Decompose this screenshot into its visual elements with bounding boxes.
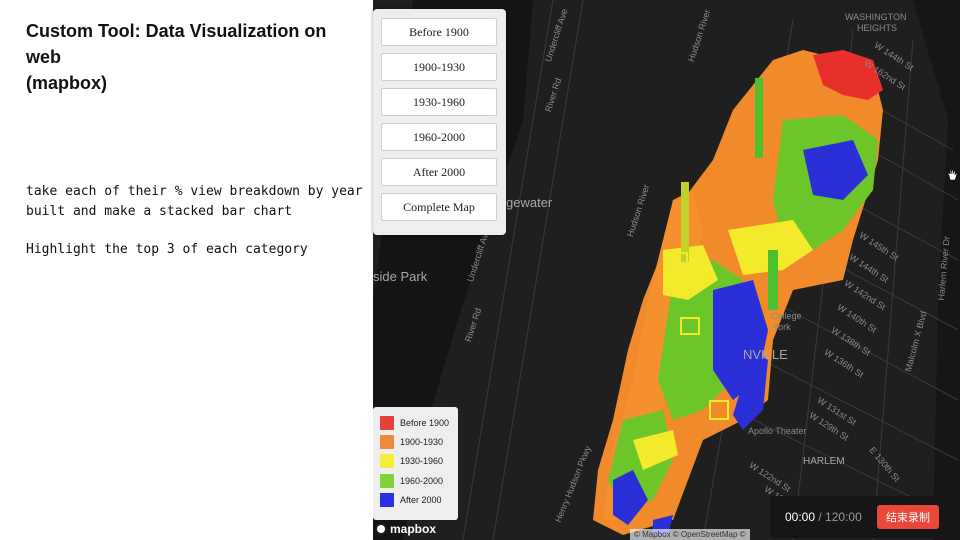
- recording-total: 120:00: [825, 510, 862, 524]
- mapbox-logo[interactable]: mapbox: [373, 520, 436, 538]
- hand-cursor-icon: [947, 169, 958, 181]
- recording-separator: /: [815, 510, 826, 524]
- legend-item-1930-1960: 1930-1960: [380, 454, 443, 468]
- legend-swatch: [380, 435, 394, 449]
- legend-item-after-2000: After 2000: [380, 493, 442, 507]
- slide-title: Custom Tool: Data Visualization on web (…: [26, 21, 327, 93]
- map-label-edgewater: gewater: [506, 195, 553, 210]
- era-button-complete-map[interactable]: Complete Map: [381, 193, 497, 221]
- map-label-manhattanville: NVILLE: [743, 347, 788, 362]
- map-legend: Before 1900 1900-1930 1930-1960 1960-200…: [373, 407, 458, 520]
- legend-item-1900-1930: 1900-1930: [380, 435, 443, 449]
- era-button-1930-1960[interactable]: 1930-1960: [381, 88, 497, 116]
- legend-item-1960-2000: 1960-2000: [380, 474, 443, 488]
- legend-item-before-1900: Before 1900: [380, 416, 449, 430]
- map-label-washington: WASHINGTON: [845, 12, 907, 22]
- mapbox-logo-icon: [375, 523, 387, 535]
- era-button-before-1900[interactable]: Before 1900: [381, 18, 497, 46]
- slide-note-highlight: Highlight the top 3 of each category: [26, 242, 308, 257]
- map-label-heights: HEIGHTS: [857, 23, 898, 33]
- map-label-harlem: HARLEM: [803, 456, 845, 467]
- map-label-apollo: Apollo Theater: [748, 426, 807, 436]
- legend-label: 1960-2000: [400, 476, 444, 486]
- legend-swatch: [380, 474, 394, 488]
- slide-note-stacked-bar: take each of their % view breakdown by y…: [26, 184, 363, 219]
- map-label-side-park: side Park: [373, 269, 428, 284]
- legend-swatch: [380, 454, 394, 468]
- map-attribution[interactable]: © Mapbox © OpenStreetMap ©: [630, 529, 750, 540]
- legend-label: 1930-1960: [400, 456, 444, 466]
- legend-swatch: [380, 416, 394, 430]
- legend-label: Before 1900: [400, 418, 450, 428]
- legend-label: 1900-1930: [400, 437, 444, 447]
- era-button-after-2000[interactable]: After 2000: [381, 158, 497, 186]
- map-label-college: College: [771, 311, 802, 321]
- era-filter-panel: Before 1900 1900-1930 1930-1960 1960-200…: [373, 9, 506, 235]
- legend-label: After 2000: [400, 495, 442, 505]
- recording-elapsed: 00:00: [785, 510, 816, 524]
- harlem-river-shape: [913, 0, 960, 540]
- recording-timer: 00:00 / 120:00: [785, 510, 862, 524]
- screen-recorder-bar: 00:00 / 120:00 结束录制: [770, 496, 958, 538]
- map-label-york: York: [773, 322, 791, 332]
- era-button-1960-2000[interactable]: 1960-2000: [381, 123, 497, 151]
- mapbox-logo-text: mapbox: [390, 522, 437, 536]
- stop-recording-button[interactable]: 结束录制: [877, 505, 939, 529]
- legend-swatch: [380, 493, 394, 507]
- era-button-1900-1930[interactable]: 1900-1930: [381, 53, 497, 81]
